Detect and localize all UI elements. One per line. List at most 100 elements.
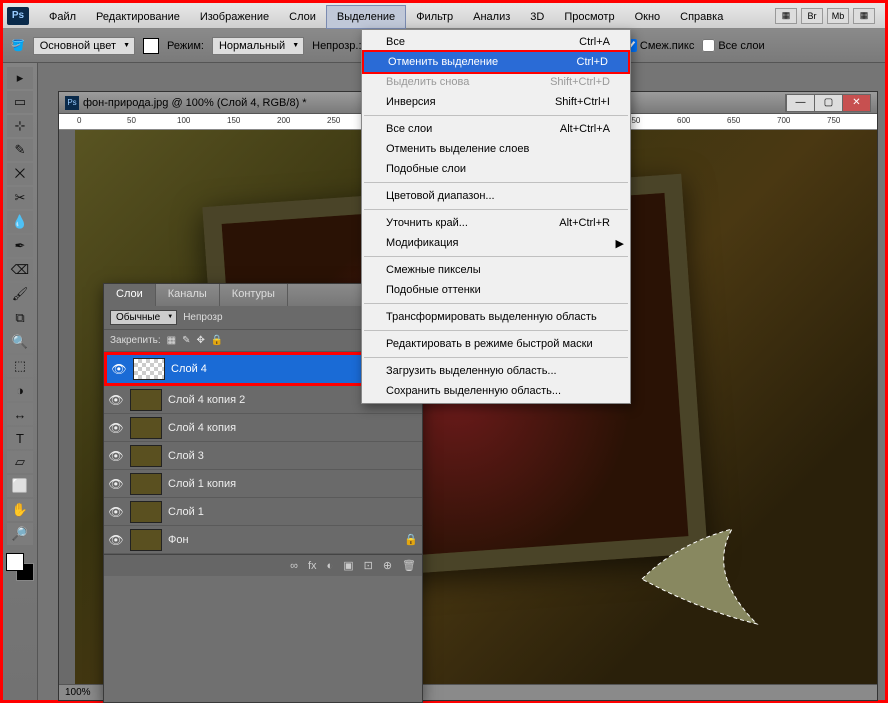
menu-изображение[interactable]: Изображение [190,6,279,28]
select-menu-dropdown: ВсеCtrl+AОтменить выделениеCtrl+DВыделит… [361,29,631,404]
lock-brush-icon[interactable]: ✎ [182,335,190,346]
blend-mode-select[interactable]: Обычные [110,310,177,325]
menu-item[interactable]: Трансформировать выделенную область [362,307,630,327]
layer-thumb[interactable] [130,473,162,495]
tool-button[interactable]: ▭ [7,91,33,113]
layer-row[interactable]: 👁 Слой 3 [104,442,422,470]
visibility-icon[interactable]: 👁 [108,448,124,464]
layer-name: Слой 4 копия [168,422,236,434]
layer-footer-button[interactable]: 🗑 [402,559,416,572]
visibility-icon[interactable]: 👁 [108,476,124,492]
visibility-icon[interactable]: 👁 [108,504,124,520]
tool-button[interactable]: 💧 [7,211,33,233]
menu-item[interactable]: Цветовой диапазон... [362,186,630,206]
menubar-button[interactable]: Br [801,8,823,24]
lock-transparent-icon[interactable]: ▦ [167,335,176,346]
layer-thumb[interactable] [133,358,165,380]
layer-thumb[interactable] [130,445,162,467]
menu-окно[interactable]: Окно [625,6,671,28]
fg-color[interactable] [6,553,24,571]
menu-слои[interactable]: Слои [279,6,326,28]
panel-tab[interactable]: Каналы [156,284,220,306]
tool-button[interactable]: ◑ [7,379,33,401]
menubar-button[interactable]: ▦ [775,8,797,24]
tool-button[interactable]: ✎ [7,139,33,161]
layer-row[interactable]: 👁Слой 1 [104,498,422,526]
menubar-button[interactable]: ▦ [853,8,875,24]
layer-footer-button[interactable]: ▣ [343,559,353,572]
contiguous-check[interactable]: Смеж.пикс [624,39,694,52]
tool-button[interactable]: ↔ [7,403,33,425]
tool-button[interactable]: ⌫ [7,259,33,281]
menu-просмотр[interactable]: Просмотр [554,6,624,28]
visibility-icon[interactable]: 👁 [108,392,124,408]
maximize-button[interactable]: ▢ [814,95,842,111]
visibility-icon[interactable]: 👁 [108,532,124,548]
menu-item[interactable]: Сохранить выделенную область... [362,381,630,401]
tool-button[interactable]: ▸ [7,67,33,89]
layer-thumb[interactable] [130,501,162,523]
menu-item[interactable]: Отменить выделение слоев [362,139,630,159]
app-logo: Ps [7,7,29,25]
menu-item[interactable]: Все слоиAlt+Ctrl+A [362,119,630,139]
layer-thumb[interactable] [130,389,162,411]
menu-item[interactable]: Модификация▶ [362,233,630,253]
menubar-button[interactable]: Mb [827,8,849,24]
layer-name: Слой 3 [168,450,204,462]
menu-выделение[interactable]: Выделение [326,5,406,29]
tool-button[interactable]: 🖌 [7,283,33,305]
tool-button[interactable]: 🔎 [7,523,33,545]
minimize-button[interactable]: — [786,95,814,111]
menu-файл[interactable]: Файл [39,6,86,28]
layer-footer-button[interactable]: ∞ [290,560,298,572]
tool-button[interactable]: ⬜ [7,475,33,497]
layer-name: Фон [168,534,189,546]
menu-фильтр[interactable]: Фильтр [406,6,463,28]
menu-редактирование[interactable]: Редактирование [86,6,190,28]
tool-button[interactable]: 🔍 [7,331,33,353]
layer-footer-button[interactable]: ◐ [327,560,334,572]
close-button[interactable]: ✕ [842,95,870,111]
tool-button[interactable]: ⬚ [7,355,33,377]
menu-item[interactable]: Редактировать в режиме быстрой маски [362,334,630,354]
tool-button[interactable]: ⊹ [7,115,33,137]
color-swatch[interactable] [143,38,159,54]
layer-footer-button[interactable]: ⊕ [383,559,392,572]
menu-анализ[interactable]: Анализ [463,6,520,28]
layer-row[interactable]: 👁Фон🔒 [104,526,422,554]
menu-item[interactable]: Смежные пикселы [362,260,630,280]
tool-button[interactable]: ⨉ [7,163,33,185]
tool-button[interactable]: ⧉ [7,307,33,329]
panel-tab[interactable]: Слои [104,284,156,306]
foreground-select[interactable]: Основной цвет [33,37,135,55]
panel-tab[interactable]: Контуры [220,284,288,306]
tool-button[interactable]: ✒ [7,235,33,257]
menu-3d[interactable]: 3D [520,6,554,28]
layer-footer-button[interactable]: ⊡ [364,559,373,572]
menu-item[interactable]: Отменить выделениеCtrl+D [362,50,630,74]
layer-row[interactable]: 👁Слой 1 копия [104,470,422,498]
document-title: фон-природа.jpg @ 100% (Слой 4, RGB/8) * [83,97,307,109]
tool-button[interactable]: ✋ [7,499,33,521]
menu-справка[interactable]: Справка [670,6,733,28]
tool-button[interactable]: ✂ [7,187,33,209]
lock-move-icon[interactable]: ✥ [197,335,205,346]
layer-row[interactable]: 👁 Слой 4 копия [104,414,422,442]
tool-button[interactable]: ▱ [7,451,33,473]
menu-item[interactable]: ИнверсияShift+Ctrl+I [362,92,630,112]
layer-thumb[interactable] [130,529,162,551]
visibility-icon[interactable]: 👁 [108,420,124,436]
menubar: Ps ФайлРедактированиеИзображениеСлоиВыде… [3,3,885,29]
menu-item[interactable]: Уточнить край...Alt+Ctrl+R [362,213,630,233]
menu-item[interactable]: Загрузить выделенную область... [362,361,630,381]
menu-item[interactable]: Подобные слои [362,159,630,179]
visibility-icon[interactable]: 👁 [111,361,127,377]
layer-thumb[interactable] [130,417,162,439]
menu-item[interactable]: ВсеCtrl+A [362,32,630,52]
lock-all-icon[interactable]: 🔒 [211,335,223,346]
mode-select[interactable]: Нормальный [212,37,304,55]
menu-item[interactable]: Подобные оттенки [362,280,630,300]
tool-button[interactable]: T [7,427,33,449]
layer-footer-button[interactable]: fx [308,560,317,572]
all-layers-check[interactable]: Все слои [702,39,764,52]
